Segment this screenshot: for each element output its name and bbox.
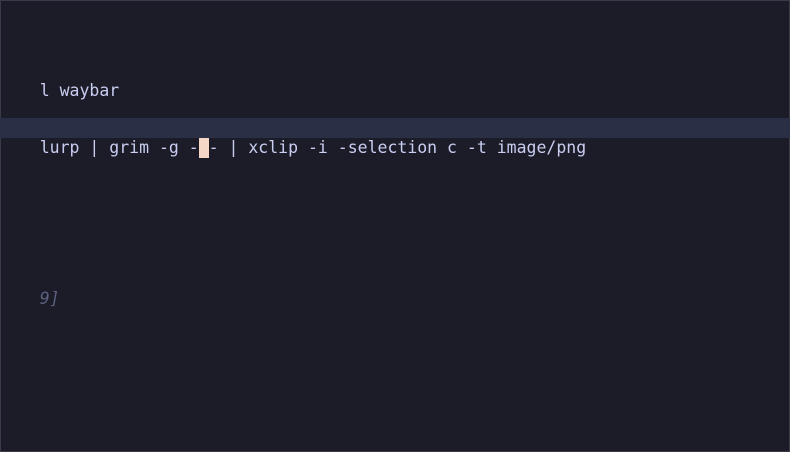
code-comment-line[interactable]: 9]	[0, 269, 60, 308]
text-cursor	[198, 138, 209, 158]
comment-text: 9]	[39, 289, 60, 308]
code-line-waybar[interactable]: l waybar	[0, 61, 119, 100]
text-editor[interactable]: l waybar lurp | grim -g - - | xclip -i -…	[0, 0, 790, 452]
current-code-line[interactable]: lurp | grim -g - - | xclip -i -selection…	[0, 118, 790, 158]
code-text-before-cursor: lurp | grim -g -	[39, 138, 199, 157]
code-text: l waybar	[39, 81, 120, 100]
code-text-after-cursor: - | xclip -i -selection c -t image/png	[208, 138, 587, 157]
